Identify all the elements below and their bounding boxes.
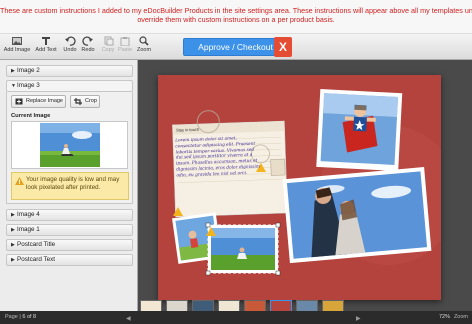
undo-label: Undo <box>63 47 77 53</box>
accordion-image-1-label: Image 1 <box>17 226 40 233</box>
accordion-image-4[interactable]: ▶ Image 4 <box>6 209 133 221</box>
accordion-postcard-title-label: Postcard Title <box>17 241 56 248</box>
text-icon <box>42 37 50 45</box>
redo-button[interactable]: Redo <box>80 36 96 58</box>
crop-button[interactable]: Crop <box>70 95 100 108</box>
add-image-label: Add Image <box>3 47 31 53</box>
banner-line-2: override them with custom instructions o… <box>137 15 335 24</box>
crop-label: Crop <box>85 98 97 104</box>
editor-footer: Page | 6 of 8 72% Zoom <box>0 311 472 324</box>
replace-icon <box>15 98 23 105</box>
accordion-image-3[interactable]: ▼Image 3 <box>6 80 133 92</box>
current-image-picture <box>40 123 100 167</box>
replace-image-label: Replace Image <box>26 98 63 104</box>
banner-line-1: These are custom instructions I added to… <box>0 6 472 15</box>
page-value: 6 of 8 <box>22 314 37 320</box>
next-pages-arrow-icon[interactable]: ▶ <box>356 315 361 322</box>
redo-label: Redo <box>81 47 95 53</box>
add-image-button[interactable]: Add Image <box>3 36 31 58</box>
copy-label: Copy <box>101 47 115 53</box>
copy-button[interactable]: Copy <box>100 36 116 58</box>
prev-pages-arrow-icon[interactable]: ◀ <box>126 315 131 322</box>
page-indicator: Page | 6 of 8 <box>5 314 37 320</box>
accordion-postcard-text[interactable]: ▶ Postcard Text <box>6 254 133 266</box>
page-label: Page <box>5 314 18 320</box>
copy-icon <box>104 36 114 46</box>
approve-checkout-button[interactable]: Approve / Checkout <box>183 38 288 56</box>
close-button[interactable]: X <box>274 37 292 57</box>
current-image-label: Current Image <box>11 113 51 119</box>
undo-button[interactable]: Undo <box>62 36 78 58</box>
low-quality-warning: Your image quality is low and may look p… <box>11 172 129 200</box>
current-image-thumbnail <box>11 121 128 169</box>
warning-icon <box>15 177 24 185</box>
crop-icon <box>74 98 82 105</box>
layers-sidebar: ▶ Image 2 ▼Image 3 Replace Image Crop Cur… <box>0 60 138 311</box>
undo-icon <box>65 36 76 46</box>
accordion-postcard-title[interactable]: ▶ Postcard Title <box>6 239 133 251</box>
custom-instructions-banner: These are custom instructions I added to… <box>0 0 472 34</box>
accordion-postcard-text-label: Postcard Text <box>17 256 56 263</box>
zoom-value[interactable]: 72% <box>439 314 450 320</box>
accordion-image-2-label: Image 2 <box>17 67 40 74</box>
paste-label: Paste <box>117 47 133 53</box>
image-3-panel: Replace Image Crop Current Image Your im… <box>6 92 133 204</box>
zoom-label: Zoom <box>136 47 152 53</box>
zoom-label: Zoom <box>453 314 468 320</box>
postcard-body-text[interactable]: Lorem ipsum dolor sit amet, consectetur … <box>175 136 262 191</box>
add-text-button[interactable]: Add Text <box>34 36 58 58</box>
add-text-label: Add Text <box>35 47 57 53</box>
zoom-button[interactable]: Zoom <box>136 36 152 58</box>
accordion-image-2[interactable]: ▶ Image 2 <box>6 65 133 77</box>
editor-toolbar: Add Image Add Text Undo Redo Copy Paste … <box>0 34 472 60</box>
accordion-image-3-label: Image 3 <box>17 82 40 89</box>
redo-icon <box>82 36 93 46</box>
accordion-image-1[interactable]: ▶ Image 1 <box>6 224 133 236</box>
accordion-image-4-label: Image 4 <box>17 211 40 218</box>
postcard-design: Stay in touch Lorem ipsum dolor sit amet… <box>158 75 441 300</box>
warning-text: Your image quality is low and may look p… <box>26 176 120 191</box>
replace-image-button[interactable]: Replace Image <box>11 95 66 108</box>
paste-button[interactable]: Paste <box>117 36 133 58</box>
image-icon <box>12 37 22 45</box>
paste-icon <box>120 37 130 46</box>
magnifier-icon <box>139 36 149 46</box>
